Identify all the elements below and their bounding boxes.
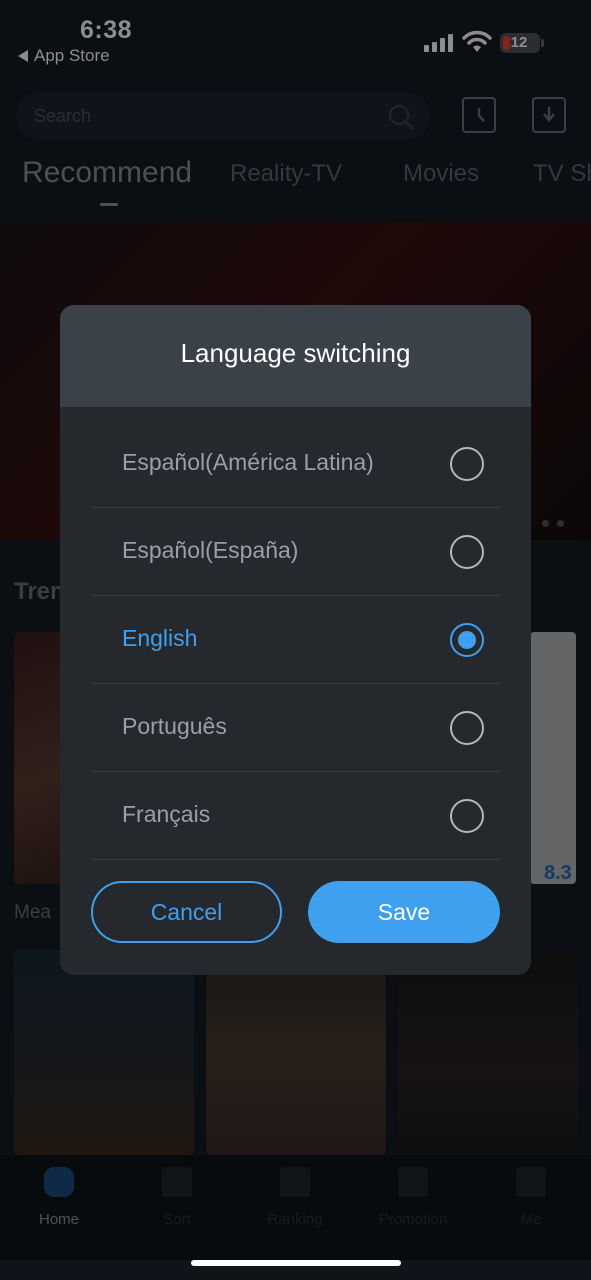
- dialog-title: Language switching: [180, 338, 411, 368]
- language-label: Español(América Latina): [122, 449, 374, 475]
- language-option[interactable]: Português: [92, 684, 500, 772]
- language-dialog: Language switching Español(América Latin…: [60, 305, 531, 975]
- radio-button[interactable]: [450, 799, 484, 833]
- language-label: Français: [122, 801, 211, 827]
- radio-button[interactable]: [450, 447, 484, 481]
- radio-button-selected[interactable]: [450, 623, 484, 657]
- language-label: Español(España): [122, 537, 299, 563]
- language-option-selected[interactable]: English: [92, 596, 500, 684]
- language-option[interactable]: Español(España): [92, 508, 500, 596]
- home-indicator: [191, 1260, 401, 1266]
- radio-button[interactable]: [450, 535, 484, 569]
- language-option[interactable]: Français: [92, 772, 500, 860]
- radio-button[interactable]: [450, 711, 484, 745]
- radio-dot: [458, 631, 476, 649]
- cancel-button[interactable]: Cancel: [91, 881, 282, 943]
- language-option[interactable]: Español(América Latina): [92, 420, 500, 508]
- language-label: Português: [122, 713, 227, 739]
- save-button[interactable]: Save: [308, 881, 500, 943]
- language-label: English: [122, 625, 198, 651]
- dialog-header: Language switching: [60, 305, 531, 407]
